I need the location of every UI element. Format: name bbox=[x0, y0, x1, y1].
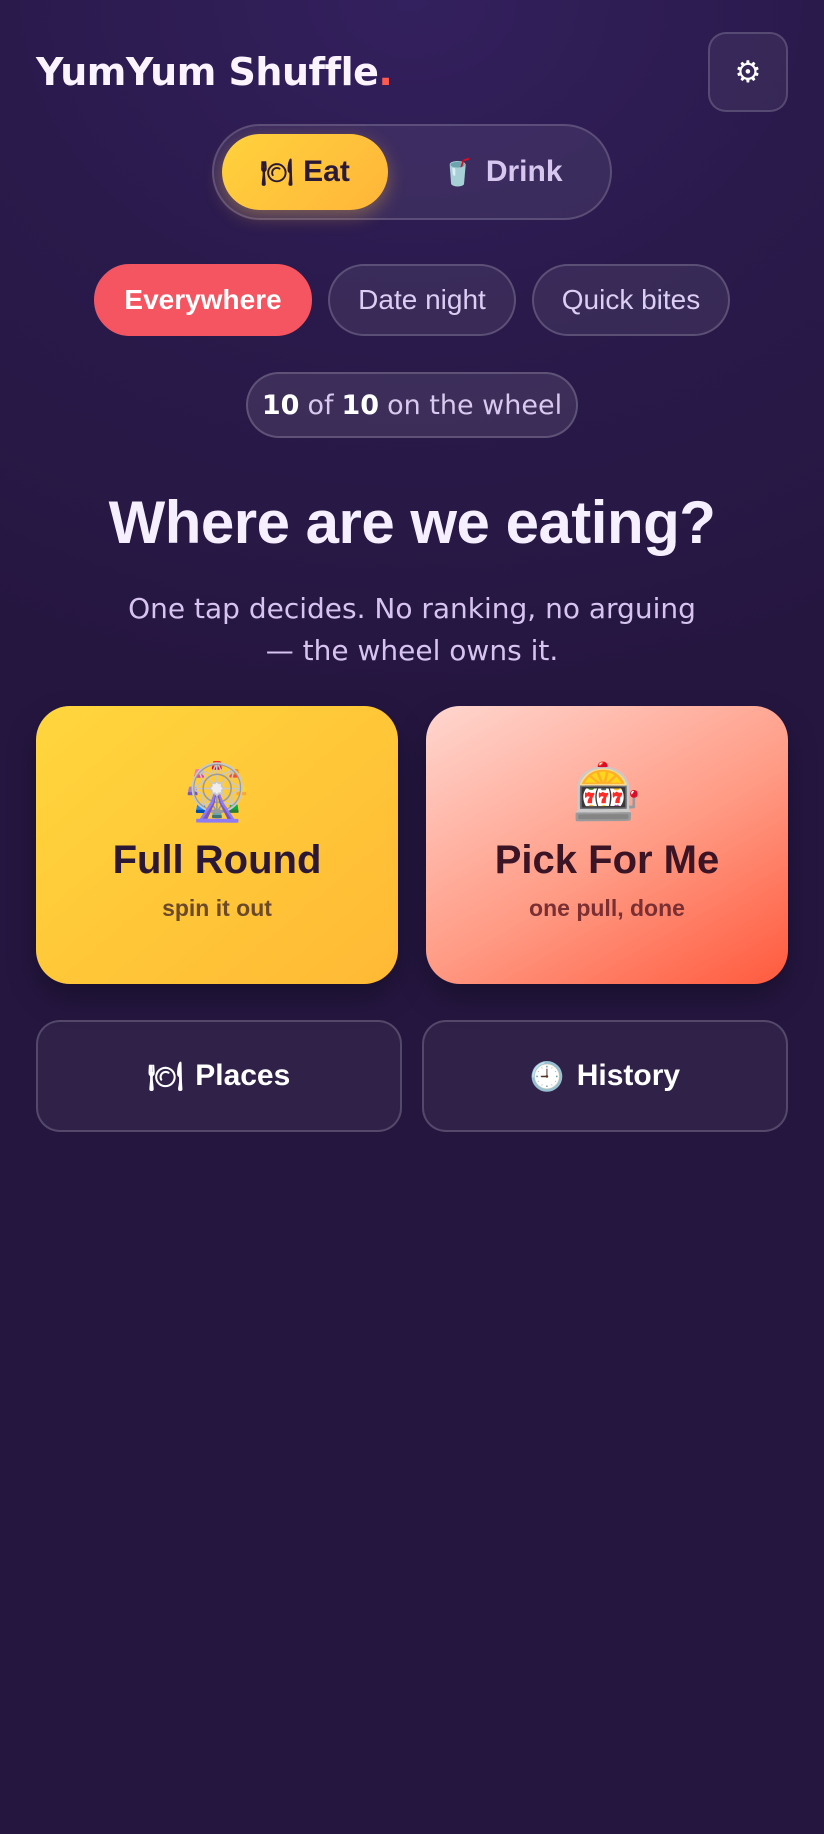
pick-for-me-title: Pick For Me bbox=[494, 838, 720, 882]
places-button[interactable]: 🍽 Places bbox=[36, 1020, 402, 1132]
wheel-count-total: 10 bbox=[341, 389, 380, 421]
chip-quick-bites[interactable]: Quick bites bbox=[532, 264, 730, 336]
ferris-wheel-icon: 🎡 bbox=[182, 760, 252, 825]
eat-mode-button[interactable]: 🍽 Eat bbox=[222, 134, 388, 210]
app-title: YumYum Shuffle. bbox=[36, 50, 393, 94]
page-subtitle: One tap decides. No ranking, no arguing … bbox=[128, 592, 696, 667]
mode-toggle: 🍽 Eat 🥤 Drink bbox=[212, 124, 612, 220]
settings-button[interactable]: ⚙ bbox=[708, 32, 788, 112]
pick-for-me-subtitle: one pull, done bbox=[529, 895, 685, 921]
filter-chips: Everywhere Date night Quick bites bbox=[0, 264, 824, 336]
drink-label: Drink bbox=[485, 155, 563, 188]
pick-for-me-button[interactable]: 🎰 Pick For Me one pull, done bbox=[426, 706, 788, 984]
cup-icon: 🥤 bbox=[441, 156, 474, 187]
plate-icon: 🍽 bbox=[260, 156, 294, 187]
wheel-count-badge: 10 of 10 on the wheel bbox=[246, 372, 578, 438]
page-title: Where are we eating? bbox=[108, 489, 716, 556]
places-label: Places bbox=[195, 1059, 291, 1092]
chip-date-night[interactable]: Date night bbox=[328, 264, 516, 336]
full-round-button[interactable]: 🎡 Full Round spin it out bbox=[36, 706, 398, 984]
header: YumYum Shuffle. ⚙ bbox=[36, 32, 788, 112]
gear-icon: ⚙ bbox=[734, 54, 762, 90]
wheel-count-current: 10 bbox=[261, 389, 300, 421]
clock-icon: 🕘 bbox=[529, 1060, 565, 1092]
wheel-count-suffix: on the wheel bbox=[387, 389, 563, 421]
full-round-subtitle: spin it out bbox=[162, 895, 272, 921]
plate-icon: 🍽 bbox=[147, 1060, 184, 1092]
full-round-title: Full Round bbox=[112, 838, 322, 882]
slot-machine-icon: 🎰 bbox=[572, 760, 642, 825]
eat-label: Eat bbox=[303, 155, 350, 188]
history-label: History bbox=[576, 1059, 681, 1092]
wheel-count-of: of bbox=[307, 389, 334, 421]
app-title-text: YumYum Shuffle bbox=[36, 50, 379, 94]
history-button[interactable]: 🕘 History bbox=[422, 1020, 788, 1132]
chip-everywhere[interactable]: Everywhere bbox=[94, 264, 312, 336]
title-dot: . bbox=[378, 50, 393, 94]
drink-mode-button[interactable]: 🥤 Drink bbox=[400, 134, 604, 210]
